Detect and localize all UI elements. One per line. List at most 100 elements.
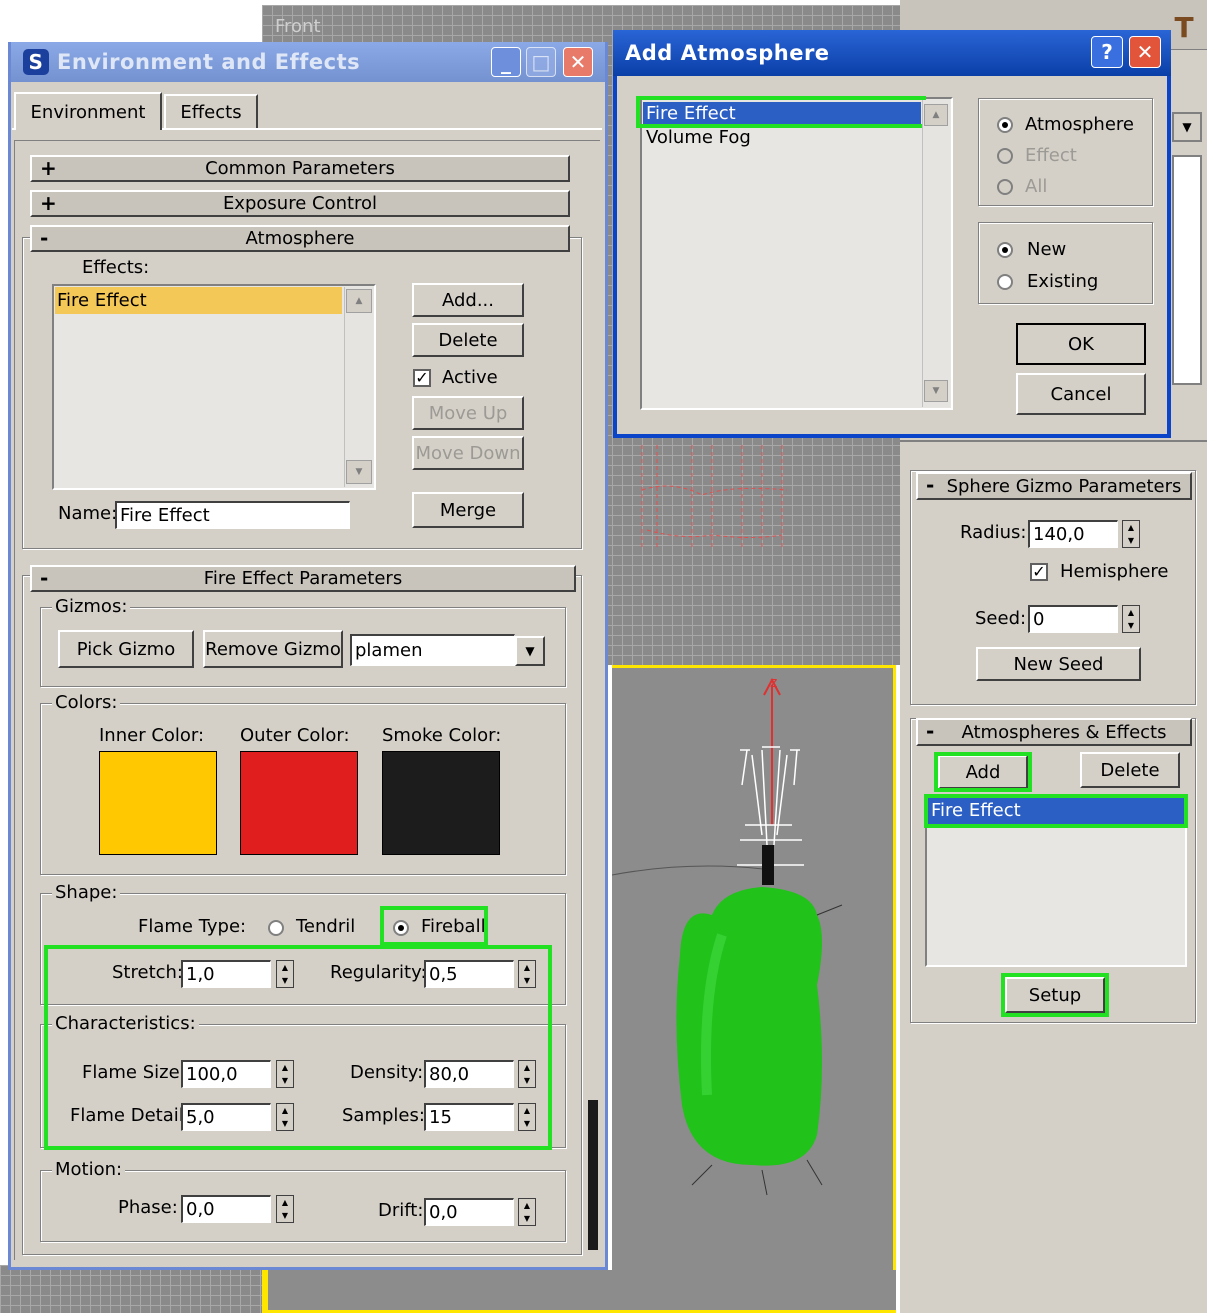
existing-radio[interactable] <box>997 274 1013 290</box>
pick-gizmo-button[interactable]: Pick Gizmo <box>58 630 194 668</box>
new-seed-button[interactable]: New Seed <box>976 647 1141 681</box>
highlight-fire-effect <box>636 96 926 128</box>
effects-list-scrollbar[interactable] <box>344 287 373 487</box>
radius-label: Radius: <box>960 522 1027 543</box>
atm-effects-rollout-label: Atmospheres & Effects <box>961 721 1167 743</box>
inner-color-swatch[interactable] <box>99 751 217 855</box>
effect-radio-label: Effect <box>1025 145 1077 166</box>
side-list-fragment <box>1172 155 1202 385</box>
highlight-shape-characteristics <box>44 945 552 1150</box>
tendril-radio[interactable] <box>268 920 284 936</box>
viewport-label-front: Front <box>275 16 321 37</box>
atmosphere-radio[interactable] <box>997 117 1013 133</box>
highlight-fireball <box>380 906 488 946</box>
gizmo-wireframe <box>641 445 788 550</box>
flame-type-label: Flame Type: <box>138 916 247 937</box>
common-parameters-label: Common Parameters <box>205 158 395 179</box>
scroll-up-icon[interactable]: ▲ <box>346 289 372 313</box>
env-window-title: Environment and Effects <box>57 50 361 74</box>
collapse-icon: - <box>40 566 49 590</box>
scroll-down-icon[interactable]: ▼ <box>924 380 948 402</box>
motion-label: Motion: <box>52 1159 126 1180</box>
smoke-color-label: Smoke Color: <box>382 725 502 746</box>
help-icon[interactable]: ? <box>1091 36 1123 68</box>
maximize-icon[interactable]: □ <box>526 47 556 77</box>
radius-input[interactable]: 140,0 <box>1028 520 1118 548</box>
smoke-color-swatch[interactable] <box>382 751 500 855</box>
atmosphere-list-item-fog[interactable]: Volume Fog <box>646 126 751 150</box>
add-dialog-title: Add Atmosphere <box>625 41 830 65</box>
fire-params-label: Fire Effect Parameters <box>203 568 403 589</box>
left-viewport[interactable] <box>0 1265 270 1313</box>
hammer-icon[interactable]: T <box>1170 10 1198 46</box>
seed-input[interactable]: 0 <box>1028 605 1118 633</box>
merge-button[interactable]: Merge <box>412 492 524 528</box>
atmosphere-label: Atmosphere <box>245 228 355 249</box>
phase-spinner[interactable]: ▲ ▼ <box>276 1195 294 1223</box>
delete-button[interactable]: Delete <box>412 323 524 357</box>
colors-label: Colors: <box>52 692 121 713</box>
gizmo-select[interactable]: plamen <box>350 634 515 666</box>
effects-list-item[interactable]: Fire Effect <box>55 287 342 314</box>
minimize-icon[interactable]: _ <box>491 47 521 77</box>
scroll-down-icon[interactable]: ▼ <box>346 460 372 484</box>
inner-color-label: Inner Color: <box>99 725 205 746</box>
outer-color-swatch[interactable] <box>240 751 358 855</box>
active-label: Active <box>442 367 498 388</box>
expand-icon: + <box>40 156 57 180</box>
seed-spinner[interactable]: ▲ ▼ <box>1122 605 1140 633</box>
chevron-down-icon[interactable]: ▼ <box>515 636 545 666</box>
side-dropdown-fragment[interactable]: ▼ <box>1172 112 1202 142</box>
tab-effects[interactable]: Effects <box>164 94 258 128</box>
tab-environment[interactable]: Environment <box>14 92 162 130</box>
common-parameters-rollout[interactable]: + Common Parameters <box>30 155 570 182</box>
perspective-scene: z <box>612 675 843 1196</box>
env-panel-scrollbar[interactable] <box>588 1100 598 1250</box>
effects-list[interactable] <box>52 284 376 490</box>
atm-effects-rollout[interactable]: - Atmospheres & Effects <box>916 718 1192 746</box>
hemisphere-label: Hemisphere <box>1060 561 1169 582</box>
move-up-button[interactable]: Move Up <box>412 396 524 430</box>
all-radio[interactable] <box>997 179 1013 195</box>
sphere-gizmo-rollout[interactable]: - Sphere Gizmo Parameters <box>916 472 1192 500</box>
svg-text:z: z <box>770 675 777 691</box>
drift-label: Drift: <box>378 1200 424 1221</box>
active-checkbox[interactable]: ✓ <box>413 369 431 387</box>
add-dialog-titlebar[interactable]: Add Atmosphere <box>613 30 1171 76</box>
side-delete-button[interactable]: Delete <box>1080 752 1180 788</box>
atmosphere-rollout[interactable]: - Atmosphere <box>30 225 570 252</box>
seed-label: Seed: <box>975 608 1027 629</box>
atmosphere-list-scrollbar[interactable] <box>922 100 950 407</box>
exposure-control-label: Exposure Control <box>222 193 378 214</box>
ok-button[interactable]: OK <box>1016 323 1146 365</box>
drift-spinner[interactable]: ▲ ▼ <box>518 1198 536 1226</box>
scroll-up-icon[interactable]: ▲ <box>924 104 948 126</box>
existing-radio-label: Existing <box>1027 271 1099 292</box>
collapse-icon: - <box>40 226 49 250</box>
phase-input[interactable]: 0,0 <box>181 1195 271 1223</box>
highlight-side-add <box>934 752 1032 792</box>
fire-params-rollout[interactable]: - Fire Effect Parameters <box>30 565 576 592</box>
close-icon[interactable]: ✕ <box>563 47 593 77</box>
drift-input[interactable]: 0,0 <box>424 1198 514 1226</box>
tendril-label: Tendril <box>296 916 356 937</box>
expand-icon: + <box>40 191 57 215</box>
outer-color-label: Outer Color: <box>240 725 350 746</box>
radius-spinner[interactable]: ▲ ▼ <box>1122 520 1140 548</box>
exposure-control-rollout[interactable]: + Exposure Control <box>30 190 570 217</box>
highlight-side-list-item <box>924 794 1188 828</box>
all-radio-label: All <box>1025 176 1048 197</box>
new-radio[interactable] <box>997 242 1013 258</box>
shape-label: Shape: <box>52 882 121 903</box>
add-button[interactable]: Add... <box>412 283 524 317</box>
effect-radio[interactable] <box>997 148 1013 164</box>
close-icon[interactable]: ✕ <box>1129 36 1161 68</box>
remove-gizmo-button[interactable]: Remove Gizmo <box>203 630 343 668</box>
move-down-button[interactable]: Move Down <box>412 436 524 470</box>
cancel-button[interactable]: Cancel <box>1016 373 1146 415</box>
hemisphere-checkbox[interactable]: ✓ <box>1030 563 1048 581</box>
phase-label: Phase: <box>118 1197 178 1218</box>
app-icon: S <box>23 49 49 75</box>
new-radio-label: New <box>1027 239 1067 260</box>
name-input[interactable]: Fire Effect <box>115 501 350 529</box>
